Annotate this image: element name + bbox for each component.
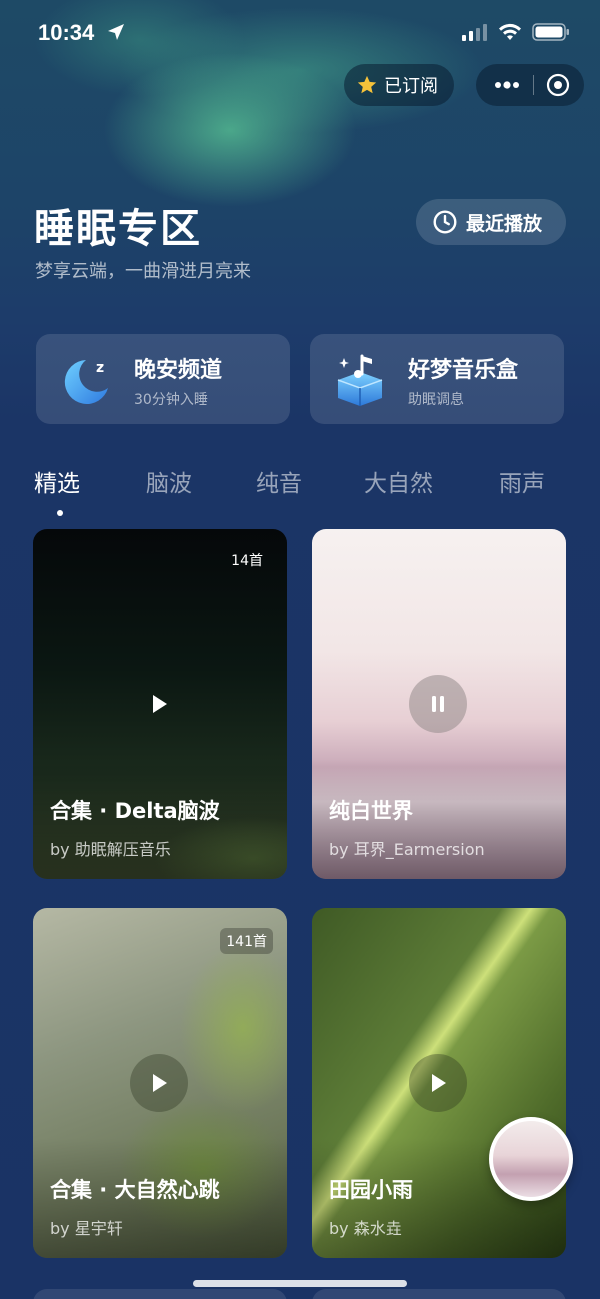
playlist-card-country-rain[interactable]: 田园小雨 by 森水垚 bbox=[312, 908, 566, 1258]
star-icon bbox=[357, 75, 377, 94]
pause-icon bbox=[432, 696, 444, 712]
track-count: 14首 bbox=[231, 553, 263, 569]
status-bar: 10:34 bbox=[0, 0, 600, 64]
playlist-card-nature-heartbeat[interactable]: 141首 合集 · 大自然心跳 by 星宇轩 bbox=[33, 908, 287, 1258]
dream-music-box-card[interactable]: 好梦音乐盒 助眠调息 bbox=[310, 334, 564, 424]
status-time: 10:34 bbox=[38, 20, 95, 45]
card-title: 田园小雨 bbox=[329, 1178, 413, 1202]
tab-brainwave[interactable]: 脑波 bbox=[146, 464, 192, 498]
home-indicator[interactable] bbox=[193, 1280, 407, 1287]
goodnight-channel-card[interactable]: z 晚安频道 30分钟入睡 bbox=[36, 334, 290, 424]
more-icon[interactable] bbox=[494, 81, 520, 89]
card-title: 合集 · 大自然心跳 bbox=[50, 1178, 220, 1202]
active-tab-indicator bbox=[57, 510, 63, 516]
next-card-peek bbox=[33, 1289, 287, 1299]
capsule-divider bbox=[532, 75, 534, 95]
card-author: by 星宇轩 bbox=[50, 1219, 123, 1238]
dream-music-box-title: 好梦音乐盒 bbox=[408, 358, 519, 383]
close-target-icon[interactable] bbox=[546, 73, 570, 97]
svg-text:z: z bbox=[96, 360, 104, 376]
page-title: 睡眠专区 bbox=[34, 206, 202, 252]
moon-icon: z bbox=[64, 360, 108, 404]
tab-featured[interactable]: 精选 bbox=[34, 464, 80, 498]
play-icon bbox=[153, 695, 167, 713]
play-button[interactable] bbox=[130, 675, 188, 733]
goodnight-channel-title: 晚安频道 bbox=[134, 358, 223, 383]
playlist-card-delta[interactable]: 14首 合集 · Delta脑波 by 助眠解压音乐 bbox=[33, 529, 287, 879]
category-tabs: 精选 脑波 纯音 大自然 雨声 bbox=[0, 464, 600, 516]
play-icon bbox=[432, 1074, 446, 1092]
pause-button[interactable] bbox=[409, 675, 467, 733]
floating-mini-player[interactable] bbox=[489, 1117, 573, 1201]
clock-icon bbox=[433, 210, 457, 234]
card-title: 合集 · Delta脑波 bbox=[50, 799, 220, 823]
page-subtitle: 梦享云端，一曲滑进月亮来 bbox=[35, 261, 251, 282]
card-author: by 助眠解压音乐 bbox=[50, 840, 171, 859]
goodnight-channel-subtitle: 30分钟入睡 bbox=[134, 392, 208, 408]
tab-rain[interactable]: 雨声 bbox=[499, 464, 545, 498]
music-box-icon bbox=[337, 354, 383, 406]
location-arrow-icon bbox=[108, 24, 124, 40]
playlist-card-white-world[interactable]: 纯白世界 by 耳界_Earmersion bbox=[312, 529, 566, 879]
battery-icon bbox=[532, 23, 569, 41]
subscribed-button[interactable]: 已订阅 bbox=[344, 64, 454, 106]
cellular-signal-icon bbox=[462, 24, 487, 41]
card-title: 纯白世界 bbox=[329, 799, 413, 823]
tab-pure-sound[interactable]: 纯音 bbox=[256, 464, 302, 498]
dream-music-box-subtitle: 助眠调息 bbox=[408, 392, 464, 408]
play-icon bbox=[153, 1074, 167, 1092]
play-button[interactable] bbox=[409, 1054, 467, 1112]
recent-played-button[interactable]: 最近播放 bbox=[416, 199, 566, 245]
subscribed-label: 已订阅 bbox=[384, 76, 438, 97]
recent-played-label: 最近播放 bbox=[466, 212, 543, 235]
track-count: 141首 bbox=[220, 928, 273, 954]
play-button[interactable] bbox=[130, 1054, 188, 1112]
wifi-icon bbox=[499, 23, 521, 40]
card-author: by 森水垚 bbox=[329, 1219, 402, 1238]
tab-nature[interactable]: 大自然 bbox=[364, 464, 433, 498]
next-card-peek bbox=[312, 1289, 566, 1299]
card-author: by 耳界_Earmersion bbox=[329, 840, 485, 859]
miniprogram-capsule bbox=[476, 64, 584, 106]
